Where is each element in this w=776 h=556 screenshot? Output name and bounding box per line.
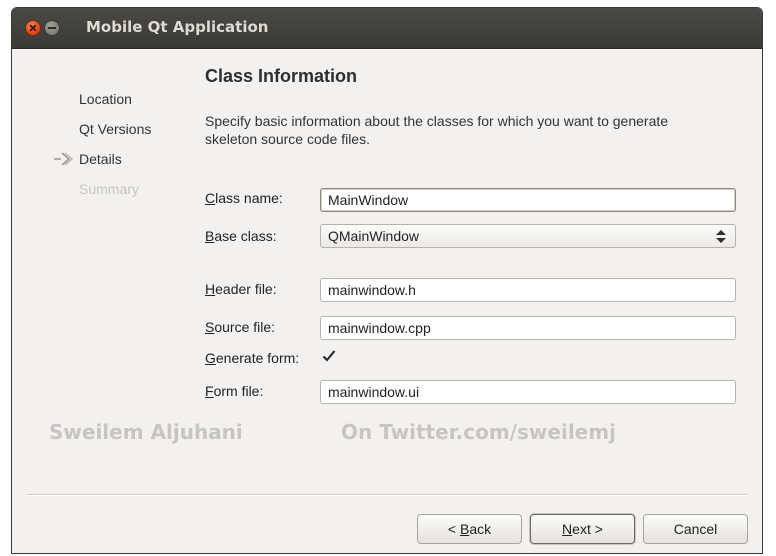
form-file-input[interactable]: mainwindow.ui — [320, 380, 736, 404]
window-title: Mobile Qt Application — [86, 18, 269, 36]
back-button[interactable]: < Back — [417, 514, 522, 544]
step-qt-versions: Qt Versions — [79, 121, 152, 137]
page-title: Class Information — [205, 66, 358, 86]
class-name-input[interactable]: MainWindow — [320, 188, 736, 212]
combo-arrows-icon — [716, 230, 726, 243]
minimize-icon[interactable] — [44, 20, 60, 36]
source-file-label: Source file: — [205, 319, 276, 335]
source-file-input[interactable]: mainwindow.cpp — [320, 316, 736, 340]
base-class-label: Base class: — [205, 228, 277, 244]
step-summary: Summary — [79, 181, 139, 197]
step-location: Location — [79, 91, 132, 107]
class-name-label: Class name: — [205, 190, 283, 206]
title-bar[interactable]: Mobile Qt Application — [12, 8, 762, 49]
page-description: Specify basic information about the clas… — [205, 113, 669, 147]
button-separator — [27, 494, 747, 496]
watermark-author: Sweilem Aljuhani — [49, 420, 243, 444]
base-class-select[interactable]: QMainWindow — [320, 224, 736, 248]
current-step-arrow-icon — [54, 152, 73, 166]
wizard-window: Mobile Qt Application Location Qt Versio… — [11, 7, 763, 554]
generate-form-checkbox[interactable] — [322, 349, 336, 363]
header-file-input[interactable]: mainwindow.h — [320, 278, 736, 302]
next-button[interactable]: Next > — [530, 514, 635, 544]
cancel-button[interactable]: Cancel — [643, 514, 748, 544]
watermark-twitter: On Twitter.com/sweilemj — [341, 420, 616, 444]
form-file-label: Form file: — [205, 383, 264, 399]
close-icon[interactable] — [25, 20, 41, 36]
header-file-label: Header file: — [205, 281, 277, 297]
step-details: Details — [79, 151, 122, 167]
generate-form-label: Generate form: — [205, 350, 300, 366]
base-class-value: QMainWindow — [328, 228, 420, 244]
